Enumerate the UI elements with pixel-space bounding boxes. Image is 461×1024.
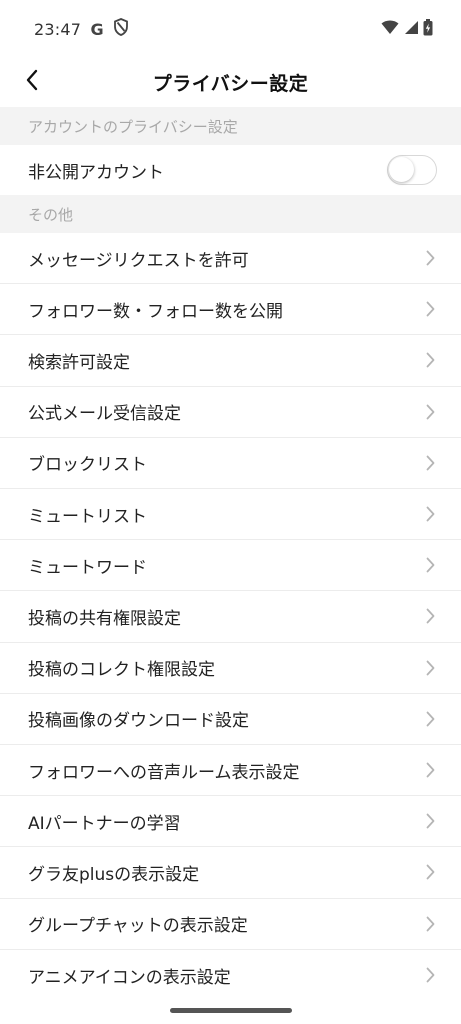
settings-list-item[interactable]: 投稿のコレクト権限設定: [0, 643, 461, 694]
status-bar: 23:47 G: [0, 0, 461, 58]
settings-list-item[interactable]: ブロックリスト: [0, 438, 461, 489]
chevron-right-icon: [423, 812, 437, 830]
chevron-right-icon: [423, 710, 437, 728]
private-account-toggle[interactable]: [387, 155, 437, 185]
settings-list-item[interactable]: フォロワー数・フォロー数を公開: [0, 284, 461, 336]
chevron-right-icon: [423, 454, 437, 472]
private-account-label: 非公開アカウント: [28, 162, 164, 183]
private-account-row: 非公開アカウント: [0, 145, 461, 195]
settings-list-item-label: 投稿画像のダウンロード設定: [28, 711, 249, 732]
settings-list-item[interactable]: グループチャットの表示設定: [0, 899, 461, 950]
settings-list-item-label: ミュートワード: [28, 557, 147, 578]
settings-list-item-label: フォロワー数・フォロー数を公開: [28, 301, 283, 322]
wifi-icon: [381, 20, 399, 39]
google-g-icon: G: [90, 19, 104, 39]
chevron-right-icon: [423, 249, 437, 267]
page-title: プライバシー設定: [152, 72, 309, 95]
chevron-right-icon: [423, 505, 437, 523]
settings-list-item[interactable]: 投稿の共有権限設定: [0, 591, 461, 643]
settings-list-item-label: アニメアイコンの表示設定: [28, 967, 231, 988]
chevron-right-icon: [423, 300, 437, 318]
section-header-account-privacy: アカウントのプライバシー設定: [0, 107, 461, 145]
status-time: 23:47: [34, 19, 82, 39]
settings-list-item-label: AIパートナーの学習: [28, 813, 181, 834]
chevron-right-icon: [423, 863, 437, 881]
status-notification-icons: G: [89, 18, 129, 40]
settings-list-item[interactable]: アニメアイコンの表示設定: [0, 950, 461, 1001]
chevron-right-icon: [423, 659, 437, 677]
settings-list-item-label: 検索許可設定: [28, 352, 130, 373]
chevron-right-icon: [423, 351, 437, 369]
chevron-right-icon: [423, 556, 437, 574]
settings-list-item[interactable]: AIパートナーの学習: [0, 796, 461, 848]
settings-list-item-label: ミュートリスト: [28, 506, 147, 527]
settings-list-item-label: メッセージリクエストを許可: [28, 250, 249, 271]
chevron-right-icon: [423, 966, 437, 984]
settings-list-item[interactable]: 投稿画像のダウンロード設定: [0, 694, 461, 745]
home-indicator: [170, 1008, 292, 1013]
toggle-knob: [389, 157, 414, 182]
cellular-signal-icon: [403, 20, 419, 39]
battery-charging-icon: [423, 18, 433, 40]
settings-list-item[interactable]: メッセージリクエストを許可: [0, 233, 461, 285]
chevron-right-icon: [423, 761, 437, 779]
settings-list-item-label: 公式メール受信設定: [28, 404, 181, 425]
settings-list-item-label: フォロワーへの音声ルーム表示設定: [28, 762, 300, 783]
settings-list-item-label: グループチャットの表示設定: [28, 916, 248, 937]
settings-list-item[interactable]: 公式メール受信設定: [0, 387, 461, 438]
settings-list-item[interactable]: ミュートリスト: [0, 489, 461, 541]
chevron-left-icon: [25, 69, 39, 95]
privacy-settings-screen: 23:47 G プライバシー設定 アカウントのプライバシー設定 非公開アカウント…: [0, 0, 461, 1024]
chevron-right-icon: [423, 403, 437, 421]
settings-list-item-label: 投稿のコレクト権限設定: [28, 660, 215, 681]
status-system-icons: [381, 18, 433, 40]
settings-list-item-label: ブロックリスト: [28, 455, 147, 476]
settings-list-item[interactable]: 検索許可設定: [0, 335, 461, 387]
settings-list-item-label: グラ友plusの表示設定: [28, 864, 200, 885]
chevron-right-icon: [423, 915, 437, 933]
back-button[interactable]: [18, 68, 46, 96]
settings-list-item[interactable]: グラ友plusの表示設定: [0, 847, 461, 899]
settings-list-item[interactable]: ミュートワード: [0, 540, 461, 592]
chevron-right-icon: [423, 607, 437, 625]
settings-list-item[interactable]: フォロワーへの音声ルーム表示設定: [0, 745, 461, 797]
shield-icon: [113, 18, 129, 40]
settings-list-item-label: 投稿の共有権限設定: [28, 608, 181, 629]
section-header-other: その他: [0, 195, 461, 233]
app-header: プライバシー設定: [0, 58, 461, 106]
